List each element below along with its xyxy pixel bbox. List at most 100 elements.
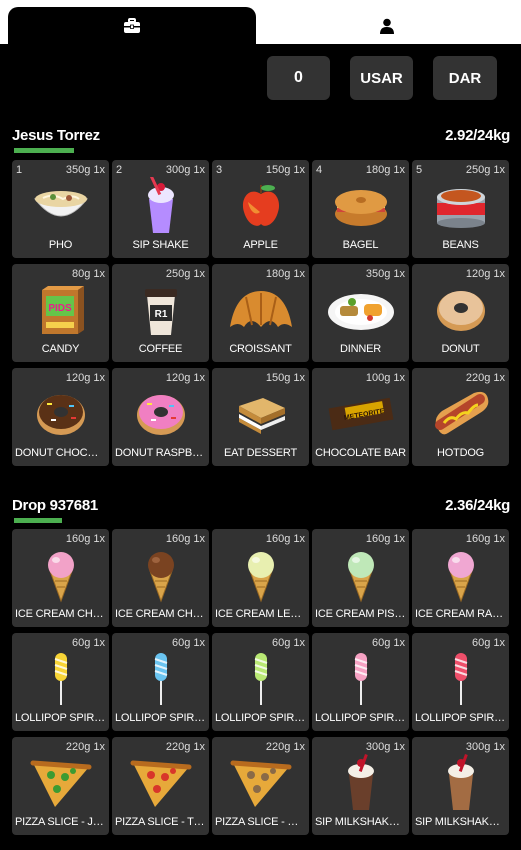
item-weight-count: 250g 1x [465,164,505,176]
pizza-mushroom-icon [212,755,309,811]
drop-weight-bar [14,518,62,523]
item-weight-count: 160g 1x [365,533,405,545]
item-label: PIZZA SLICE - MUS... [215,816,306,828]
inventory-slot[interactable]: 1 350g 1x PHO [12,160,109,258]
inventory-slot[interactable]: 5 250g 1x BEANS [412,160,509,258]
item-weight-count: 120g 1x [65,372,105,384]
milkshake-cherry-icon [312,754,409,811]
player-inventory-weight: 2.92/24kg [445,127,510,144]
quantity-input[interactable]: 0 [267,56,330,100]
svg-text:PIDS: PIDS [48,303,72,314]
inventory-slot[interactable]: 160g 1x ICE CREAM CHERRY [12,529,109,627]
ice-cream-pistachio-icon [312,547,409,603]
user-icon [379,18,395,34]
inventory-slot[interactable]: 160g 1x ICE CREAM PISTAC... [312,529,409,627]
bagel-icon [312,178,409,234]
inventory-slot[interactable]: 220g 1x PIZZA SLICE - TOM... [112,737,209,835]
inventory-slot[interactable]: 60g 1x LOLLIPOP SPIRAL P... [312,633,409,731]
inventory-slot[interactable]: 250g 1x R1 COFFEE [112,264,209,362]
inventory-slot[interactable]: 300g 1x SIP MILKSHAKE - C... [412,737,509,835]
lollipop-yellow-icon [12,651,109,707]
donut-icon [412,282,509,338]
donut-chocolate-icon [12,386,109,442]
inventory-slot[interactable]: 4 180g 1x BAGEL [312,160,409,258]
item-weight-count: 160g 1x [165,533,205,545]
item-label: BEANS [442,239,479,251]
inventory-slot[interactable]: 60g 1x LOLLIPOP SPIRAL ... [212,633,309,731]
ice-cream-chocolate-icon [112,547,209,603]
player-inventory-grid: 1 350g 1x PHO 2 300g 1x SIP SHAKE 3 150g 1x APPL… [12,160,509,466]
item-label: CROISSANT [229,343,292,355]
item-label: CANDY [41,343,80,355]
lollipop-blue-icon [112,651,209,707]
inventory-slot[interactable]: 60g 1x LOLLIPOP SPIRAL Y... [12,633,109,731]
item-weight-count: 160g 1x [465,533,505,545]
inventory-slot[interactable]: 180g 1x CROISSANT [212,264,309,362]
item-label: DINNER [340,343,381,355]
inventory-slot[interactable]: 300g 1x SIP MILKSHAKE - C... [312,737,409,835]
chocolate-bar-icon: METEORITE [312,386,409,442]
item-label: LOLLIPOP SPIRAL P... [315,712,406,724]
inventory-slot[interactable]: 160g 1x ICE CREAM RASPB... [412,529,509,627]
item-label: HOTDOG [436,447,485,459]
item-weight-count: 300g 1x [165,164,205,176]
item-weight-count: 350g 1x [365,268,405,280]
inventory-slot[interactable]: 220g 1x PIZZA SLICE - JALA... [12,737,109,835]
item-label: PIZZA SLICE - JALA... [15,816,106,828]
inventory-slot[interactable]: 220g 1x PIZZA SLICE - MUS... [212,737,309,835]
item-label: DONUT CHOCOLATE [15,447,106,459]
item-weight-count: 150g 1x [265,372,305,384]
item-label: ICE CREAM LEMON [215,608,306,620]
slot-number: 5 [416,164,423,176]
inventory-slot[interactable]: 220g 1x HOTDOG [412,368,509,466]
lollipop-green-icon [212,651,309,707]
inventory-slot[interactable]: 80g 1x PIDS CANDY [12,264,109,362]
inventory-slot[interactable]: 2 300g 1x SIP SHAKE [112,160,209,258]
item-label: APPLE [243,239,278,251]
item-label: LOLLIPOP SPIRAL R... [415,712,506,724]
croissant-icon [212,282,309,338]
inventory-slot[interactable]: 60g 1x LOLLIPOP SPIRAL R... [412,633,509,731]
inventory-slot[interactable]: 160g 1x ICE CREAM CHOCO... [112,529,209,627]
item-label: ICE CREAM CHERRY [15,608,106,620]
item-weight-count: 220g 1x [465,372,505,384]
tab-inventory[interactable] [8,7,256,44]
ice-cream-lemon-icon [212,547,309,603]
svg-text:R1: R1 [154,309,167,320]
player-inventory-title: Jesus Torrez [12,127,100,144]
item-weight-count: 100g 1x [365,372,405,384]
give-button[interactable]: DAR [433,56,497,100]
item-weight-count: 160g 1x [65,533,105,545]
tab-bar [0,0,521,44]
item-label: LOLLIPOP SPIRAL ... [215,712,306,724]
inventory-slot[interactable]: 120g 1x DONUT RASPBERRY [112,368,209,466]
inventory-slot[interactable]: 100g 1x METEORITE CHOCOLATE BAR [312,368,409,466]
item-weight-count: 220g 1x [165,741,205,753]
inventory-slot[interactable]: 120g 1x DONUT [412,264,509,362]
item-weight-count: 120g 1x [465,268,505,280]
item-weight-count: 60g 1x [171,637,205,649]
inventory-slot[interactable]: 160g 1x ICE CREAM LEMON [212,529,309,627]
item-weight-count: 220g 1x [265,741,305,753]
inventory-slot[interactable]: 3 150g 1x APPLE [212,160,309,258]
item-weight-count: 150g 1x [265,164,305,176]
tab-profile[interactable] [260,7,513,44]
item-label: SIP MILKSHAKE - C... [415,816,506,828]
inventory-slot[interactable]: 120g 1x DONUT CHOCOLATE [12,368,109,466]
drop-inventory-grid: 160g 1x ICE CREAM CHERRY 160g 1x ICE CREAM … [12,529,509,835]
item-label: LOLLIPOP SPIRAL Y... [15,712,106,724]
item-label: CHOCOLATE BAR [315,447,406,459]
item-weight-count: 350g 1x [65,164,105,176]
inventory-slot[interactable]: 60g 1x LOLLIPOP SPIRAL ... [112,633,209,731]
lollipop-red-icon [412,651,509,707]
drop-inventory-weight: 2.36/24kg [445,497,510,514]
inventory-slot[interactable]: 350g 1x DINNER [312,264,409,362]
lollipop-pink-icon [312,651,409,707]
player-weight-bar [14,148,74,153]
inventory-slot[interactable]: 150g 1x EAT DESSERT [212,368,309,466]
item-label: PHO [48,239,73,251]
item-weight-count: 180g 1x [365,164,405,176]
item-label: DONUT RASPBERRY [115,447,206,459]
use-button[interactable]: USAR [350,56,413,100]
coffee-cup-icon: R1 [112,282,209,338]
